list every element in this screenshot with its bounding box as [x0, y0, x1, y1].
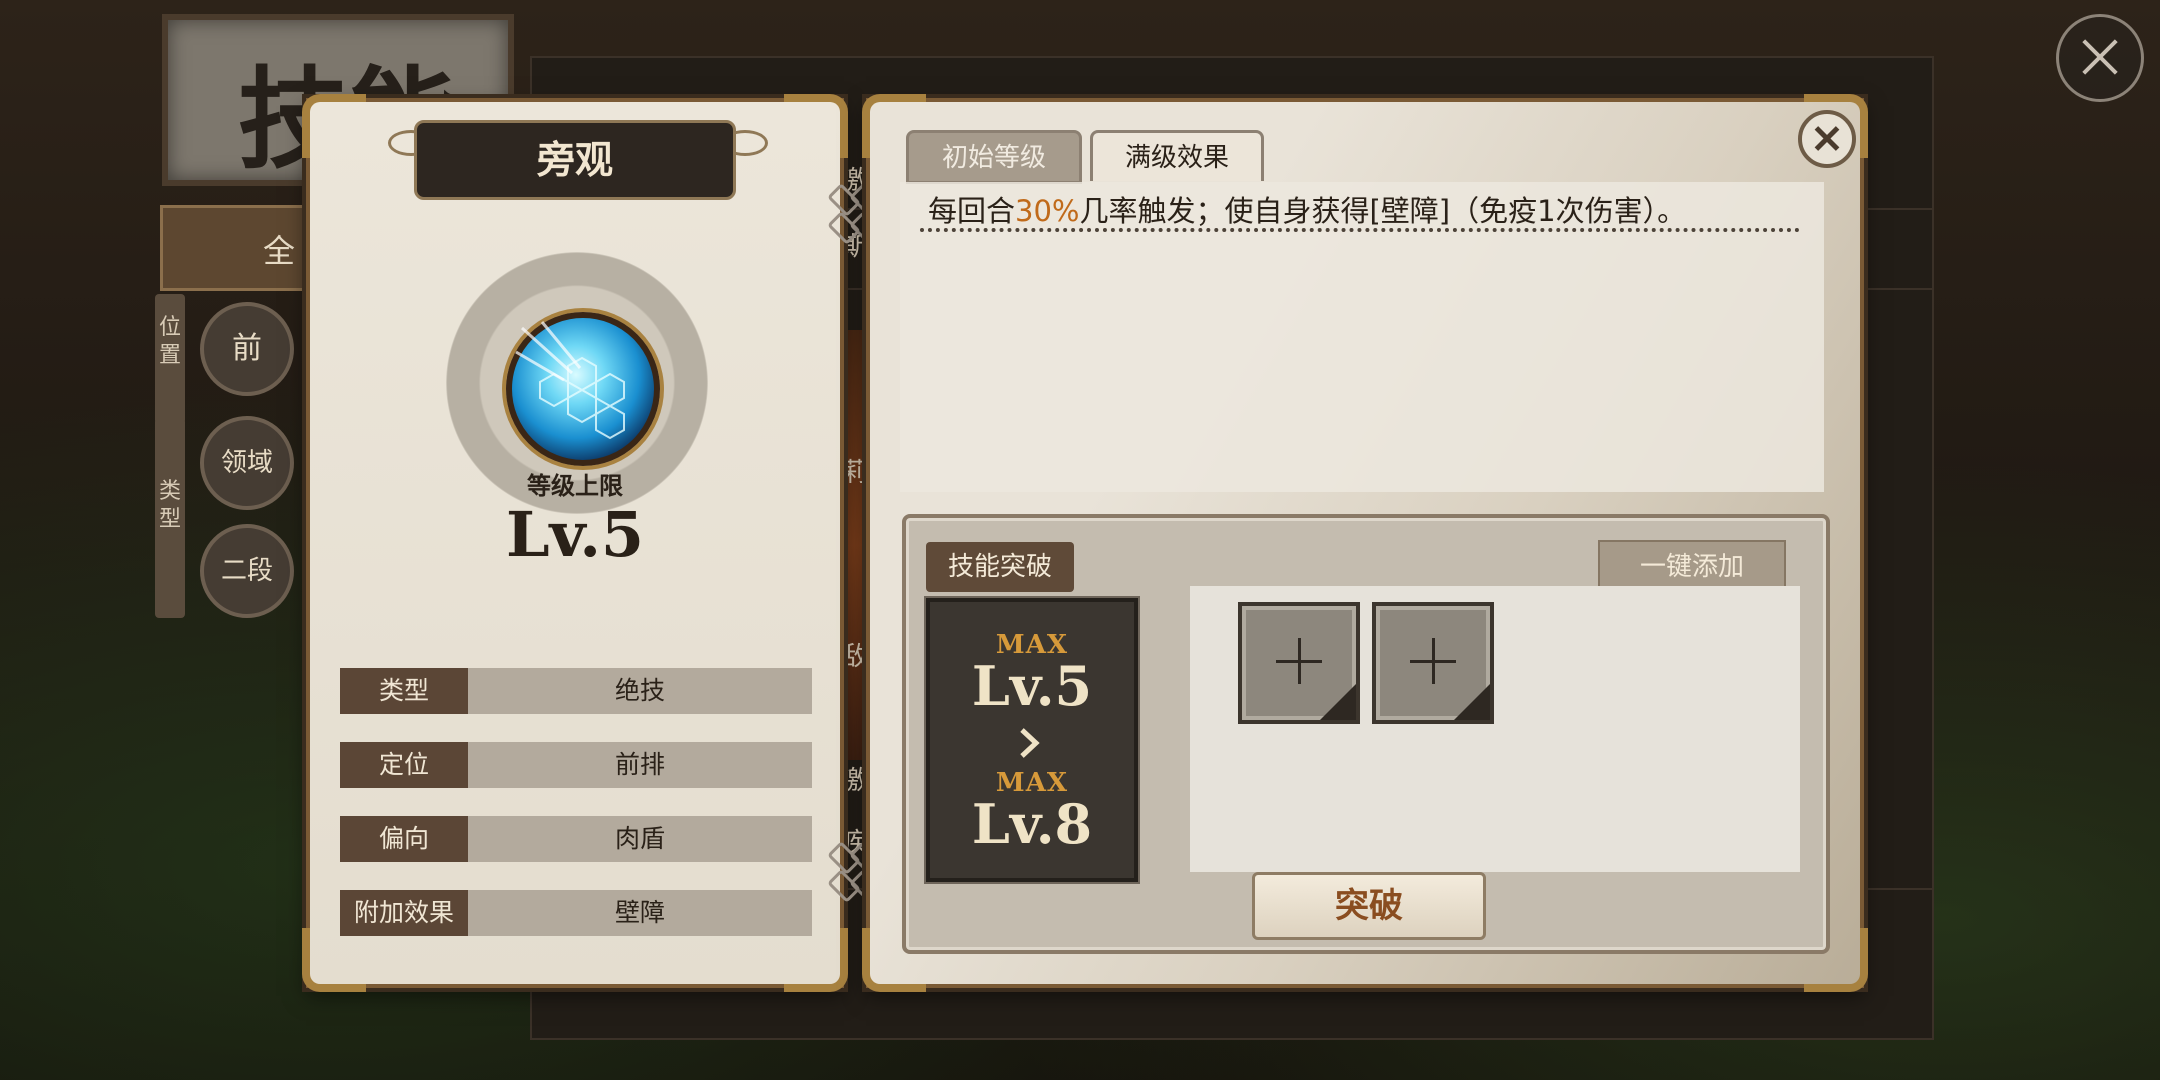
material-slots-area	[1190, 586, 1800, 872]
filter-domain-button[interactable]: 领域	[200, 416, 294, 510]
effect-description: 每回合30%几率触发；使自身获得[壁障]（免疫1次伤害）。	[928, 188, 1686, 230]
plus-icon-stroke	[1432, 638, 1435, 684]
shield-hexagon-skill-icon	[506, 312, 660, 466]
skill-name: 旁观	[536, 137, 613, 182]
level-cap-value: Lv.5	[505, 498, 645, 571]
skill-detail-panel: 初始等级 满级效果 每回合30%几率触发；使自身获得[壁障]（免疫1次伤害）。 …	[862, 94, 1868, 992]
ornament-corner	[302, 94, 366, 158]
material-slot[interactable]	[1238, 602, 1360, 724]
attribute-value: 前排	[468, 742, 812, 788]
slot-corner-mark	[1454, 684, 1490, 720]
bg-text: 激	[842, 766, 869, 796]
level-cap-upgrade-card: MAX Lv.5 MAX Lv.8	[926, 598, 1138, 882]
breakthrough-section: 技能突破 一键添加 MAX Lv.5 MAX Lv.8 突破	[902, 514, 1830, 954]
attribute-row-extra-effect: 附加效果 壁障	[340, 890, 812, 936]
tab-initial-level[interactable]: 初始等级	[906, 130, 1082, 184]
close-icon[interactable]	[1798, 110, 1856, 168]
attribute-value: 壁障	[468, 890, 812, 936]
level-cap-label: 等级上限	[527, 472, 623, 500]
attribute-row-position: 定位 前排	[340, 742, 812, 788]
filter-all-button[interactable]: 全	[160, 205, 316, 291]
breakthrough-label: 技能突破	[926, 542, 1074, 592]
dotted-divider	[920, 228, 1800, 232]
from-max-level: Lv.5	[971, 654, 1093, 718]
arrow-right-icon	[1020, 728, 1040, 758]
skill-info-card: 旁观 等级上限 Lv.5 类型 绝技 定位 前排 偏向 肉盾 附加效果 壁障	[302, 94, 848, 992]
bg-text: 莉	[842, 458, 869, 488]
attribute-row-type: 类型 绝技	[340, 668, 812, 714]
attribute-row-tendency: 偏向 肉盾	[340, 816, 812, 862]
attribute-key: 附加效果	[340, 890, 468, 936]
to-max-level: Lv.8	[971, 792, 1093, 856]
attribute-key: 偏向	[340, 816, 468, 862]
ornament-corner	[784, 94, 848, 158]
ornament-corner	[302, 928, 366, 992]
material-slot[interactable]	[1372, 602, 1494, 724]
attribute-value: 肉盾	[468, 816, 812, 862]
slot-corner-mark	[1320, 684, 1356, 720]
attribute-key: 定位	[340, 742, 468, 788]
filter-second-stage-button[interactable]: 二段	[200, 524, 294, 618]
close-icon[interactable]	[2056, 14, 2144, 102]
position-filter-label: 位置	[155, 294, 185, 424]
description-prefix: 每回合	[928, 194, 1016, 228]
filter-all-label: 全	[263, 232, 296, 270]
trigger-chance: 30%	[1015, 194, 1080, 228]
type-filter-label: 类型	[155, 418, 185, 618]
ornament-corner	[784, 928, 848, 992]
bg-text: 敌	[842, 642, 869, 672]
filter-front-button[interactable]: 前	[200, 302, 294, 396]
attribute-key: 类型	[340, 668, 468, 714]
plus-icon-stroke	[1298, 638, 1301, 684]
skill-name-plate: 旁观	[414, 120, 736, 200]
attribute-value: 绝技	[468, 668, 812, 714]
breakthrough-button[interactable]: 突破	[1252, 872, 1486, 940]
effect-description-box: 每回合30%几率触发；使自身获得[壁障]（免疫1次伤害）。	[900, 182, 1824, 492]
tab-max-level-effect[interactable]: 满级效果	[1090, 130, 1264, 181]
description-suffix: 几率触发；使自身获得[壁障]（免疫1次伤害）。	[1079, 194, 1687, 228]
